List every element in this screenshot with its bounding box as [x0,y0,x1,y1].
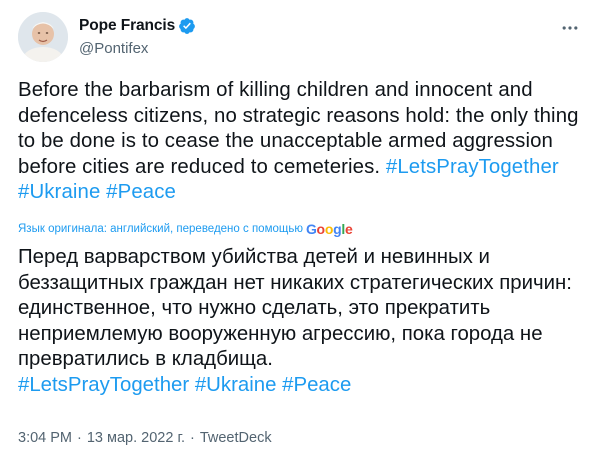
tweet-meta: 3:04 PM · 13 мар. 2022 г. · TweetDeck [18,430,272,446]
handle[interactable]: @Pontifex [79,40,196,57]
tweet-time[interactable]: 3:04 PM [18,430,72,446]
hashtag-link[interactable]: #Peace [282,374,351,396]
more-options-icon[interactable] [558,16,582,40]
hashtag-link[interactable]: #Ukraine [195,374,277,396]
tweet-text: Before the barbarism of killing children… [18,78,586,206]
verified-badge-icon [178,17,196,35]
translated-text: Перед варварством убийства детей и невин… [18,245,586,398]
translated-text-body: Перед варварством убийства детей и невин… [18,246,572,370]
google-logo: Google [305,221,353,237]
tweet-header: Pope Francis @Pontifex [18,10,584,66]
tweet-source[interactable]: TweetDeck [200,430,272,446]
hashtag-link[interactable]: #LetsPrayTogether [386,156,559,178]
google-letter: o [324,221,334,237]
hashtag-link[interactable]: #Peace [106,181,176,203]
separator: · [190,430,195,446]
display-name[interactable]: Pope Francis [79,17,175,35]
google-letter: o [316,221,326,237]
hashtag-link[interactable]: #LetsPrayTogether [18,374,189,396]
avatar[interactable] [18,12,68,62]
translation-note[interactable]: Язык оригинала: английский, переведено с… [18,221,353,237]
google-letter: e [344,221,353,237]
translation-note-label: Язык оригинала: английский, переведено с… [18,223,303,235]
google-letter: G [305,221,317,237]
separator: · [77,430,82,446]
tweet-date[interactable]: 13 мар. 2022 г. [87,430,185,446]
hashtag-link[interactable]: #Ukraine [18,181,100,203]
